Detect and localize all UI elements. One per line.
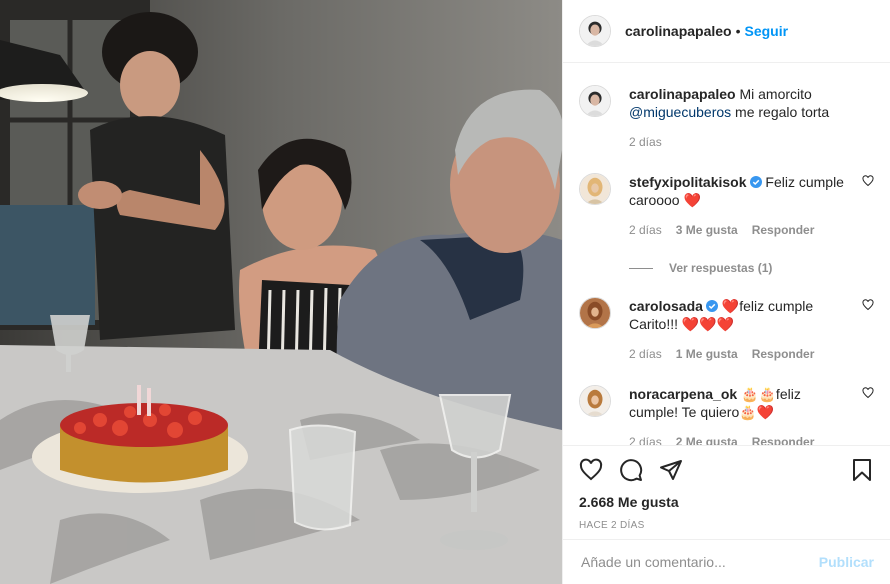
- caption-text-start: Mi amorcito: [735, 86, 812, 102]
- reply-button[interactable]: Responder: [752, 433, 815, 445]
- comment-likes[interactable]: 1 Me gusta: [676, 345, 738, 363]
- caption-avatar[interactable]: [579, 85, 611, 117]
- comment-meta: 2 días 2 Me gusta Responder: [629, 433, 846, 445]
- verified-badge-icon: [749, 176, 762, 188]
- comment-body: noracarpena_ok 🎂🎂feliz cumple! Te quiero…: [629, 385, 874, 445]
- caption-username[interactable]: carolinapapaleo: [629, 86, 736, 102]
- comment-like-heart-icon[interactable]: [862, 299, 874, 311]
- comment-meta: 2 días 3 Me gusta Responder: [629, 221, 846, 239]
- caption-meta: 2 días: [629, 133, 846, 151]
- comment-likes[interactable]: 2 Me gusta: [676, 433, 738, 445]
- comment-time[interactable]: 2 días: [629, 221, 662, 239]
- caption: carolinapapaleo Mi amorcito @miguecubero…: [579, 85, 874, 151]
- comment-like-heart-icon[interactable]: [862, 175, 874, 187]
- comment-time[interactable]: 2 días: [629, 433, 662, 445]
- view-replies-label[interactable]: Ver respuestas (1): [669, 261, 772, 275]
- caption-text-end: me regalo torta: [731, 104, 830, 120]
- commenter-username[interactable]: carolosada: [629, 298, 703, 314]
- heart-icon[interactable]: [579, 458, 603, 482]
- caption-body: carolinapapaleo Mi amorcito @miguecubero…: [629, 85, 874, 151]
- post-photo[interactable]: [0, 0, 562, 584]
- commenter-avatar[interactable]: [579, 385, 611, 417]
- comment-input[interactable]: [579, 553, 819, 571]
- view-replies-button[interactable]: Ver respuestas (1): [629, 261, 874, 275]
- comment-body: stefyxipolitakisok Feliz cumple caroooo …: [629, 173, 874, 239]
- like-count[interactable]: 2.668 Me gusta: [579, 494, 874, 510]
- replies-divider: [629, 267, 653, 269]
- follow-button[interactable]: Seguir: [745, 23, 789, 39]
- separator-dot: •: [735, 23, 741, 39]
- action-icons: [579, 446, 874, 494]
- comment-time[interactable]: 2 días: [629, 345, 662, 363]
- comment-item: noracarpena_ok 🎂🎂feliz cumple! Te quiero…: [579, 385, 874, 445]
- commenter-avatar[interactable]: [579, 173, 611, 205]
- verified-badge-icon: [705, 300, 718, 312]
- commenter-avatar[interactable]: [579, 297, 611, 329]
- post-timestamp[interactable]: HACE 2 DÍAS: [579, 520, 874, 531]
- author-username[interactable]: carolinapapaleo: [625, 23, 732, 39]
- comment-meta: 2 días 1 Me gusta Responder: [629, 345, 846, 363]
- birthday-photo-illustration: [0, 0, 562, 584]
- post-sidebar: carolinapapaleo • Seguir carolinapapaleo…: [562, 0, 890, 584]
- post-actions: 2.668 Me gusta HACE 2 DÍAS: [563, 445, 890, 540]
- comment-item: carolosada ❤️feliz cumple Carito!!! ❤️❤️…: [579, 297, 874, 363]
- post-header: carolinapapaleo • Seguir: [563, 0, 890, 63]
- comment-icon[interactable]: [619, 458, 643, 482]
- commenter-username[interactable]: stefyxipolitakisok: [629, 174, 747, 190]
- share-icon[interactable]: [659, 458, 683, 482]
- instagram-post: carolinapapaleo • Seguir carolinapapaleo…: [0, 0, 890, 584]
- reply-button[interactable]: Responder: [752, 221, 815, 239]
- reply-button[interactable]: Responder: [752, 345, 815, 363]
- comments-list[interactable]: carolinapapaleo Mi amorcito @miguecubero…: [563, 63, 890, 445]
- comment-body: carolosada ❤️feliz cumple Carito!!! ❤️❤️…: [629, 297, 874, 363]
- commenter-username[interactable]: noracarpena_ok: [629, 386, 737, 402]
- comment-like-heart-icon[interactable]: [862, 387, 874, 399]
- caption-time[interactable]: 2 días: [629, 133, 662, 151]
- add-comment-bar: Publicar: [563, 539, 890, 584]
- caption-mention-link[interactable]: @miguecuberos: [629, 104, 731, 120]
- comment-likes[interactable]: 3 Me gusta: [676, 221, 738, 239]
- comment-item: stefyxipolitakisok Feliz cumple caroooo …: [579, 173, 874, 239]
- bookmark-icon[interactable]: [850, 458, 874, 482]
- publish-button[interactable]: Publicar: [819, 554, 874, 570]
- author-avatar[interactable]: [579, 15, 611, 47]
